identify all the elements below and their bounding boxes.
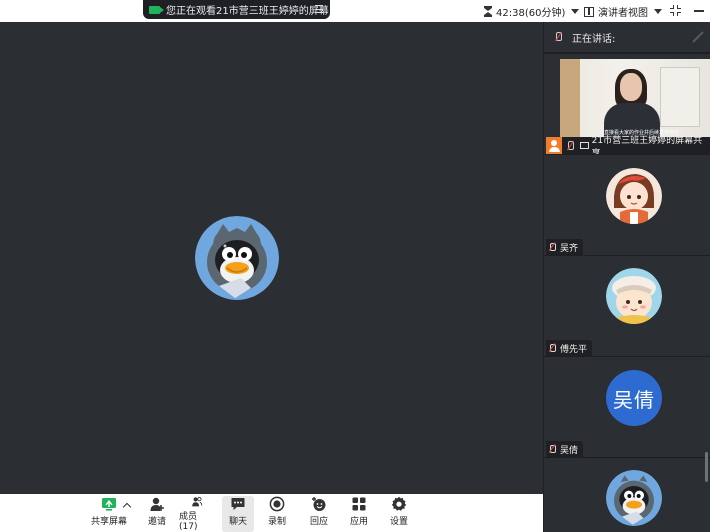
main-stage xyxy=(0,22,543,494)
minimize-icon[interactable] xyxy=(694,10,704,12)
cartoon-girl-avatar xyxy=(606,168,662,224)
view-mode-selector[interactable]: 演讲者视图 xyxy=(584,4,662,19)
record-button[interactable]: 录制 xyxy=(264,496,290,532)
participant-tile[interactable] xyxy=(544,457,710,532)
cartoon-bear-avatar xyxy=(606,268,662,324)
speaking-label: 正在讲话: xyxy=(572,33,616,45)
mic-muted-icon xyxy=(566,140,574,151)
mic-muted-icon xyxy=(554,32,562,42)
members-button[interactable]: 成员(17) xyxy=(179,496,215,532)
presenter-video: 直接看大家的作业并后续发布作业 xyxy=(560,59,710,141)
host-user-icon xyxy=(546,137,563,154)
bottom-toolbar: 共享屏幕 邀请 成员(17) 聊天 录制 回应 应用 设置 xyxy=(0,494,543,532)
participant-panel: 正在讲话: 直接看大家的作业并后续发布作业 21市营三班王婷婷的屏幕共享 xyxy=(543,22,710,532)
apps-label: 应用 xyxy=(349,517,368,527)
mic-muted-icon xyxy=(549,444,556,454)
hourglass-icon xyxy=(484,6,492,17)
panel-header: 正在讲话: xyxy=(544,22,710,53)
members-icon xyxy=(192,497,203,507)
penguin-cat-avatar xyxy=(606,470,662,526)
meeting-timer[interactable]: 42:38(60分钟) xyxy=(484,4,580,19)
chat-button[interactable]: 聊天 xyxy=(222,496,254,532)
participant-tile[interactable]: 傅先平 xyxy=(544,255,710,356)
video-camera-icon xyxy=(149,5,164,14)
mic-muted-icon xyxy=(549,242,556,252)
add-user-icon xyxy=(150,497,164,511)
share-screen-label: 共享屏幕 xyxy=(90,517,127,527)
meeting-window: 您正在观看21市营三班王婷婷的屏幕 42:38(60分钟) 演讲者视图 正在讲话… xyxy=(0,0,710,532)
speaker-avatar xyxy=(195,216,279,300)
participant-tile[interactable]: 吴齐 xyxy=(544,154,710,255)
scrollbar[interactable] xyxy=(705,452,708,482)
gear-icon xyxy=(391,496,407,511)
presenter-name-tag: 21市营三班王婷婷的屏幕共享 xyxy=(546,136,710,159)
layout-icon xyxy=(584,6,594,17)
settings-button[interactable]: 设置 xyxy=(386,496,412,532)
collapse-icon[interactable] xyxy=(691,30,705,44)
chevron-down-icon xyxy=(654,9,662,14)
participant-name: 傅先平 xyxy=(560,344,588,355)
record-icon xyxy=(269,496,285,512)
chat-label: 聊天 xyxy=(228,517,247,527)
participant-tile[interactable]: 吴倩 吴倩 xyxy=(544,356,710,457)
timer-text: 42:38(60分钟) xyxy=(496,8,566,19)
chevron-down-icon xyxy=(571,9,580,14)
mic-muted-icon xyxy=(549,343,556,353)
presenter-video-tile[interactable]: 直接看大家的作业并后续发布作业 21市营三班王婷婷的屏幕共享 xyxy=(544,53,710,159)
record-label: 录制 xyxy=(267,517,286,527)
participant-name-tag: 傅先平 xyxy=(546,340,593,356)
share-screen-icon xyxy=(102,498,116,511)
share-banner-text: 您正在观看21市营三班王婷婷的屏幕 xyxy=(166,6,329,17)
chat-icon xyxy=(231,498,245,510)
fullscreen-icon[interactable] xyxy=(670,5,681,16)
reactions-label: 回应 xyxy=(309,517,328,527)
settings-label: 设置 xyxy=(389,517,408,527)
share-banner[interactable]: 您正在观看21市营三班王婷婷的屏幕 xyxy=(143,0,330,19)
apps-grid-icon xyxy=(352,497,366,511)
invite-label: 邀请 xyxy=(147,517,166,527)
participant-name-tag: 吴齐 xyxy=(546,239,584,255)
share-screen-button[interactable]: 共享屏幕 xyxy=(90,496,128,532)
screen-share-icon xyxy=(579,142,589,149)
participant-name: 吴倩 xyxy=(560,445,579,456)
reactions-button[interactable]: 回应 xyxy=(306,496,332,532)
top-bar: 您正在观看21市营三班王婷婷的屏幕 42:38(60分钟) 演讲者视图 xyxy=(0,0,710,22)
members-label: 成员(17) xyxy=(179,512,198,532)
invite-button[interactable]: 邀请 xyxy=(144,496,170,532)
reaction-icon xyxy=(312,497,326,511)
participant-name-tag: 吴倩 xyxy=(546,441,584,457)
apps-button[interactable]: 应用 xyxy=(346,496,372,532)
menu-icon[interactable] xyxy=(315,5,323,13)
view-mode-label: 演讲者视图 xyxy=(598,8,648,19)
participant-name: 吴齐 xyxy=(560,243,579,254)
text-avatar: 吴倩 xyxy=(606,370,662,426)
